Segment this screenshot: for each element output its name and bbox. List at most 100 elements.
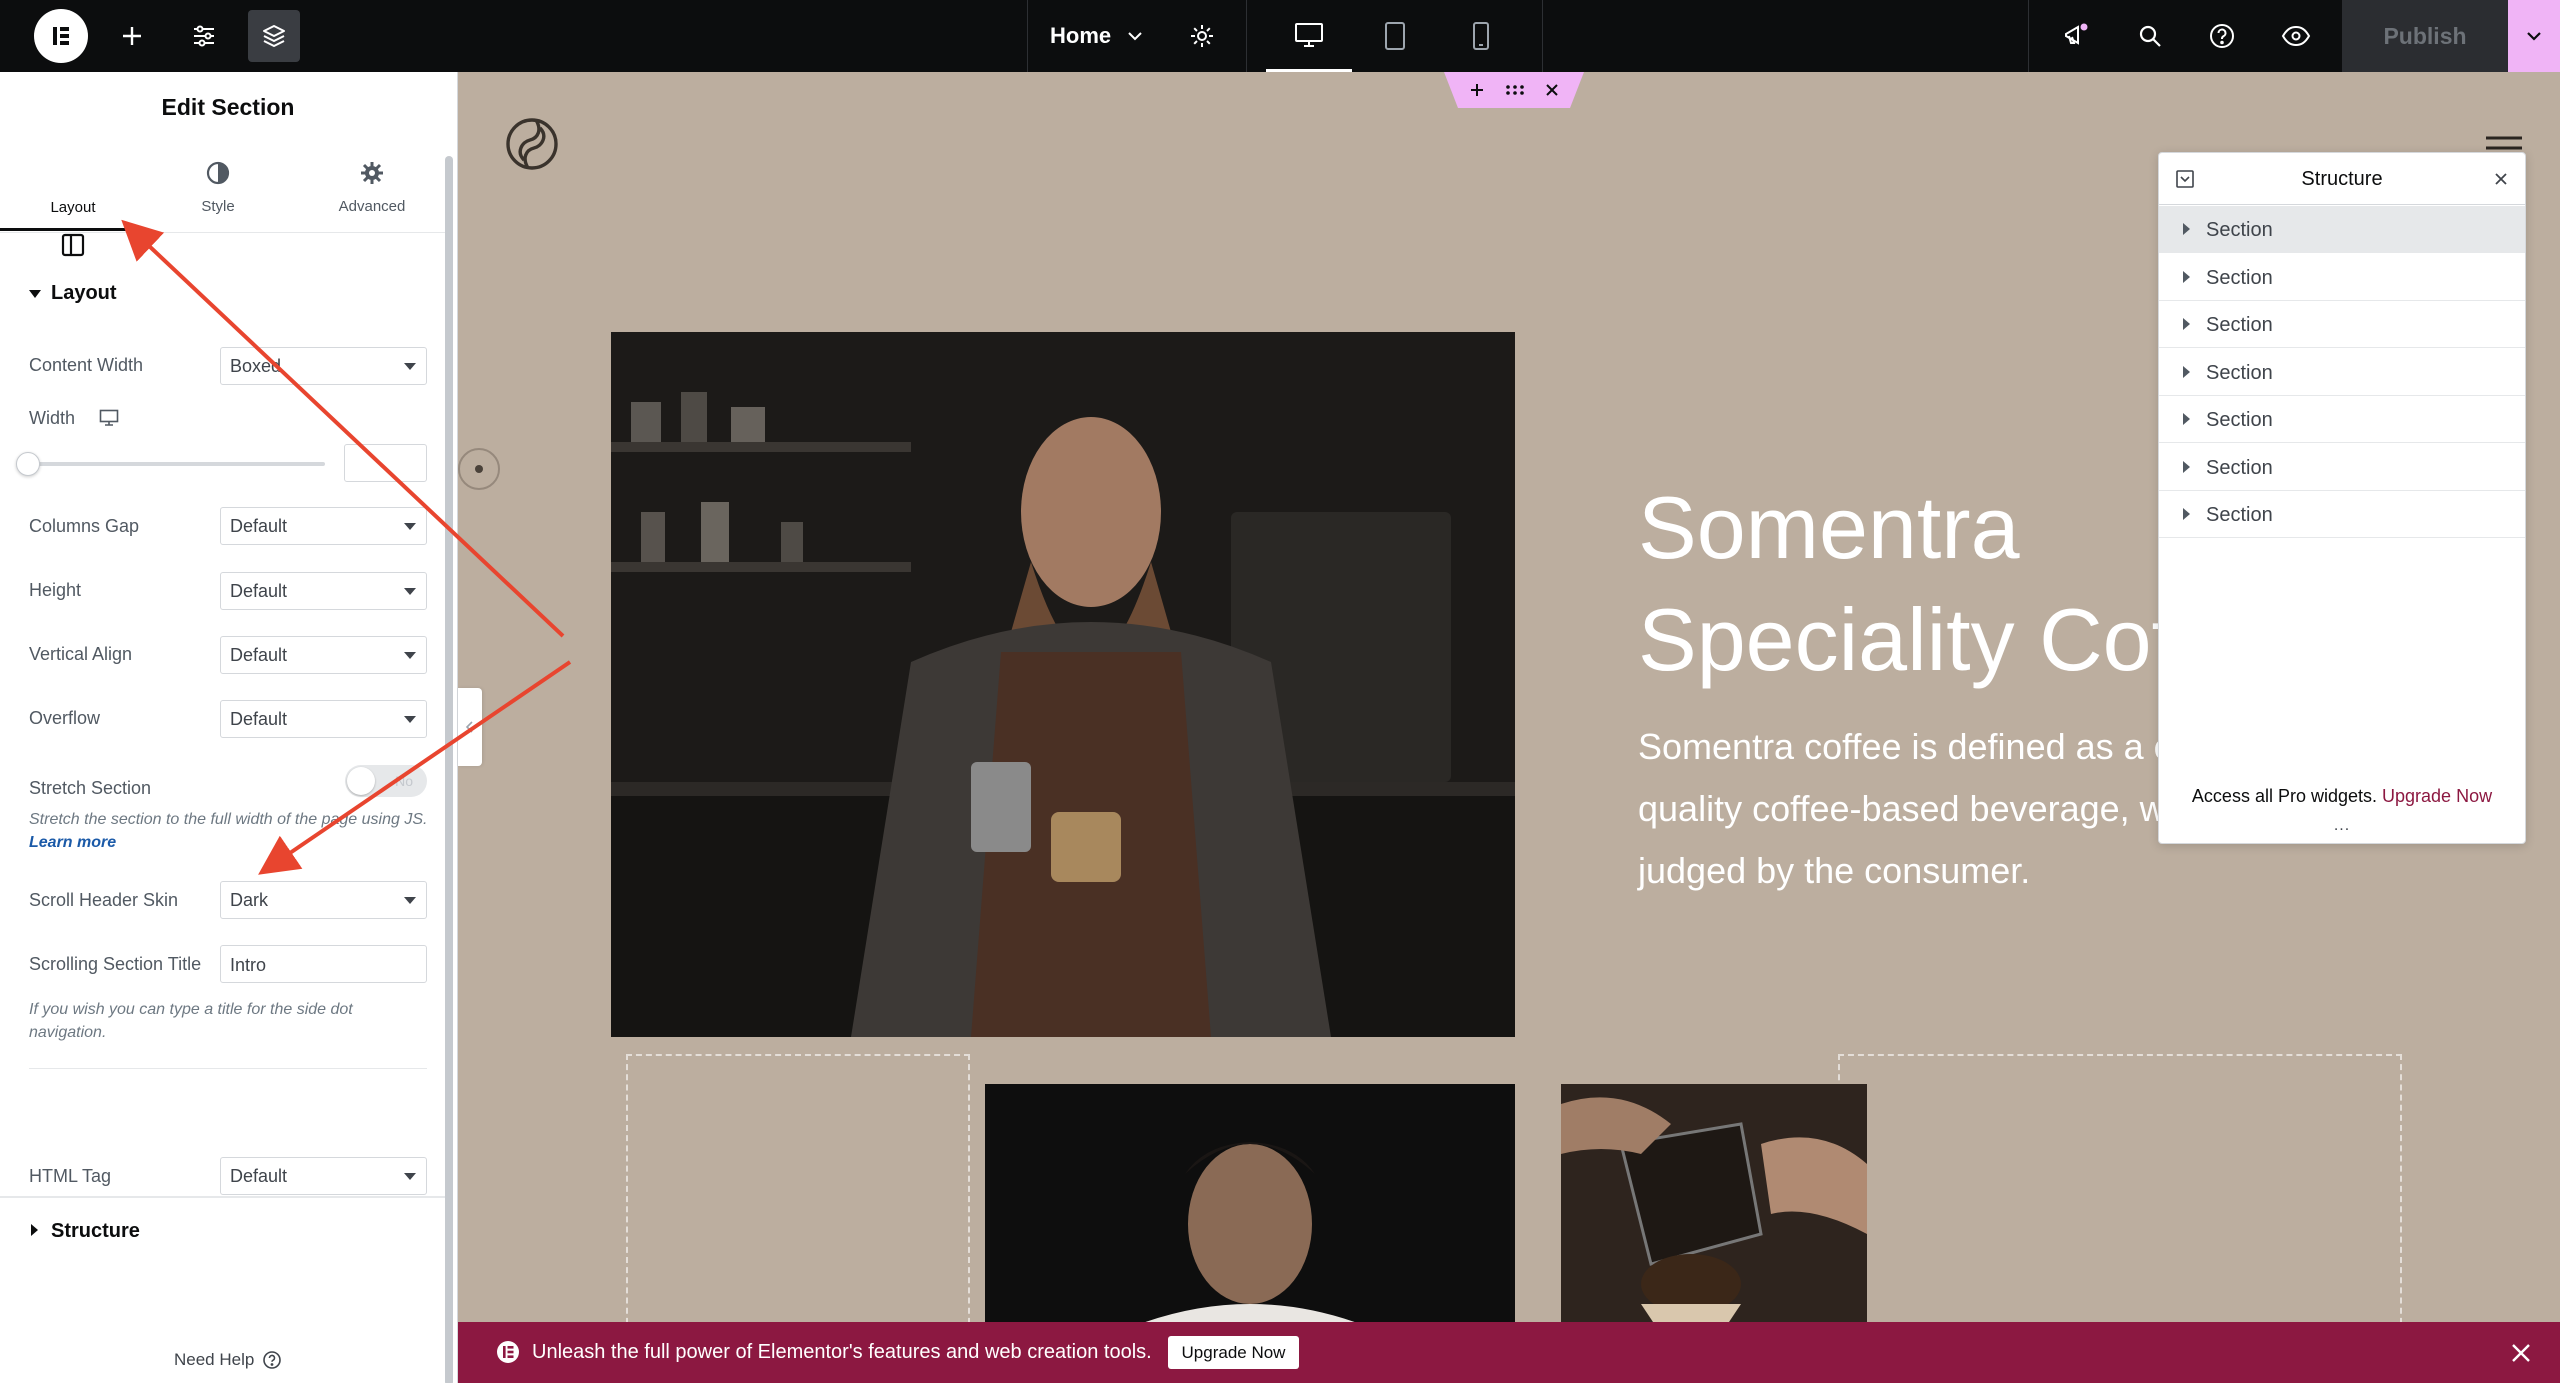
width-label: Width	[29, 408, 76, 428]
divider	[0, 232, 448, 233]
tablet-icon	[1385, 22, 1405, 50]
add-element-button[interactable]	[112, 16, 152, 56]
columns-gap-select[interactable]: Default	[220, 507, 427, 545]
top-bar: Home Publish	[0, 0, 2560, 72]
structure-item[interactable]: Section	[2159, 444, 2525, 491]
structure-header[interactable]: Structure	[2159, 153, 2525, 205]
stretch-help-text: Stretch the section to the full width of…	[29, 808, 429, 854]
publish-options-button[interactable]	[2508, 0, 2560, 72]
site-logo-icon[interactable]	[504, 112, 560, 176]
tablet-view-button[interactable]	[1352, 0, 1438, 72]
close-icon[interactable]	[1545, 83, 1559, 97]
height-label: Height	[29, 580, 82, 600]
caret-right-icon	[2183, 508, 2190, 520]
structure-item[interactable]: Section	[2159, 301, 2525, 348]
banner-text: Unleash the full power of Elementor's fe…	[532, 1341, 1152, 1363]
structure-title: Structure	[2301, 168, 2383, 190]
structure-toggle-button[interactable]	[248, 10, 300, 62]
caret-down-icon	[404, 652, 416, 659]
plus-icon[interactable]	[1469, 82, 1485, 98]
panel-scrollbar[interactable]	[445, 156, 453, 1383]
section-handle[interactable]	[1444, 72, 1584, 108]
caret-right-icon	[2183, 461, 2190, 473]
empty-column-right[interactable]	[1838, 1054, 2402, 1322]
overflow-select[interactable]: Default	[220, 700, 427, 738]
content-width-select[interactable]: Boxed	[220, 347, 427, 385]
help-button[interactable]	[2202, 16, 2242, 56]
drag-handle-icon[interactable]	[1505, 84, 1525, 96]
mobile-icon	[1473, 22, 1489, 50]
structure-item[interactable]: Section	[2159, 396, 2525, 443]
caret-down-icon	[404, 716, 416, 723]
side-dot-navigation[interactable]	[458, 448, 500, 490]
scroll-header-skin-select[interactable]: Dark	[220, 881, 427, 919]
close-icon[interactable]	[2510, 1342, 2532, 1364]
divider	[29, 1068, 427, 1069]
desktop-icon[interactable]	[99, 409, 119, 427]
elementor-logo-button[interactable]	[34, 9, 88, 63]
learn-more-link[interactable]: Learn more	[29, 834, 116, 851]
scroll-header-skin-label: Scroll Header Skin	[29, 890, 179, 910]
search-button[interactable]	[2130, 16, 2170, 56]
barista-portrait-image	[985, 1084, 1515, 1322]
scrolling-section-title-input[interactable]: Intro	[220, 945, 427, 983]
gear-icon	[1191, 25, 1213, 47]
desktop-view-button[interactable]	[1266, 0, 1352, 72]
sliders-icon	[194, 25, 214, 47]
resize-handle[interactable]: ...	[2159, 817, 2525, 835]
hero-title: Somentra Speciality Cof	[1638, 472, 2176, 696]
chevron-down-icon	[1128, 32, 1142, 41]
barista-photo-illustration	[611, 332, 1515, 1037]
vertical-align-select[interactable]: Default	[220, 636, 427, 674]
layout-section-toggle[interactable]: Layout	[29, 282, 429, 312]
overflow-label: Overflow	[29, 708, 101, 728]
publish-button[interactable]: Publish	[2342, 0, 2508, 72]
divider	[1027, 0, 1028, 72]
close-icon[interactable]	[2493, 171, 2509, 187]
page-name: Home	[1050, 23, 1112, 48]
empty-column-left[interactable]	[626, 1054, 970, 1322]
structure-item[interactable]: Section	[2159, 349, 2525, 396]
page-settings-button[interactable]	[1182, 16, 1222, 56]
tab-layout[interactable]	[0, 144, 148, 304]
structure-section-title: Structure	[51, 1220, 140, 1242]
width-slider-handle[interactable]	[16, 452, 40, 476]
hero-text-line1: Somentra coffee is defined as a c	[1638, 726, 2172, 767]
height-select[interactable]: Default	[220, 572, 427, 610]
width-slider-track[interactable]	[29, 462, 325, 466]
divider	[0, 1196, 448, 1198]
layout-icon	[61, 233, 85, 257]
whats-new-button[interactable]	[2056, 16, 2096, 56]
toggle-text: No	[395, 773, 413, 789]
search-icon	[2139, 25, 2161, 47]
structure-item[interactable]: Section	[2159, 254, 2525, 301]
pro-widgets-text: Access all Pro widgets.	[2191, 786, 2377, 806]
chevron-down-icon	[2527, 32, 2541, 41]
stretch-section-toggle[interactable]: No	[345, 765, 427, 797]
structure-section-toggle[interactable]: Structure	[29, 1220, 429, 1250]
toggle-knob	[347, 767, 375, 795]
html-tag-label: HTML Tag	[29, 1166, 112, 1186]
html-tag-select[interactable]: Default	[220, 1157, 427, 1195]
preview-button[interactable]	[2276, 16, 2316, 56]
tab-style[interactable]: Style	[148, 160, 288, 230]
banner-upgrade-button[interactable]: Upgrade Now	[1168, 1336, 1299, 1369]
upgrade-now-link[interactable]: Upgrade Now	[2382, 786, 2492, 806]
height-value: Default	[230, 580, 288, 601]
page-selector[interactable]: Home	[1040, 16, 1155, 56]
structure-item[interactable]: Section	[2159, 491, 2525, 538]
question-icon	[263, 1351, 282, 1369]
need-help-link[interactable]: Need Help	[174, 1350, 282, 1370]
structure-item[interactable]: Section	[2159, 206, 2525, 253]
mobile-view-button[interactable]	[1438, 0, 1524, 72]
nav-dot[interactable]	[475, 465, 483, 473]
tab-advanced[interactable]: Advanced	[298, 160, 446, 230]
structure-item-label: Section	[2206, 457, 2273, 479]
columns-gap-label: Columns Gap	[29, 516, 140, 536]
width-input[interactable]	[344, 444, 427, 482]
divider	[2028, 0, 2029, 72]
structure-item-label: Section	[2206, 362, 2273, 384]
site-settings-button[interactable]	[184, 16, 224, 56]
overflow-value: Default	[230, 708, 288, 729]
structure-panel: Structure Section Section Section Sectio…	[2158, 152, 2526, 844]
